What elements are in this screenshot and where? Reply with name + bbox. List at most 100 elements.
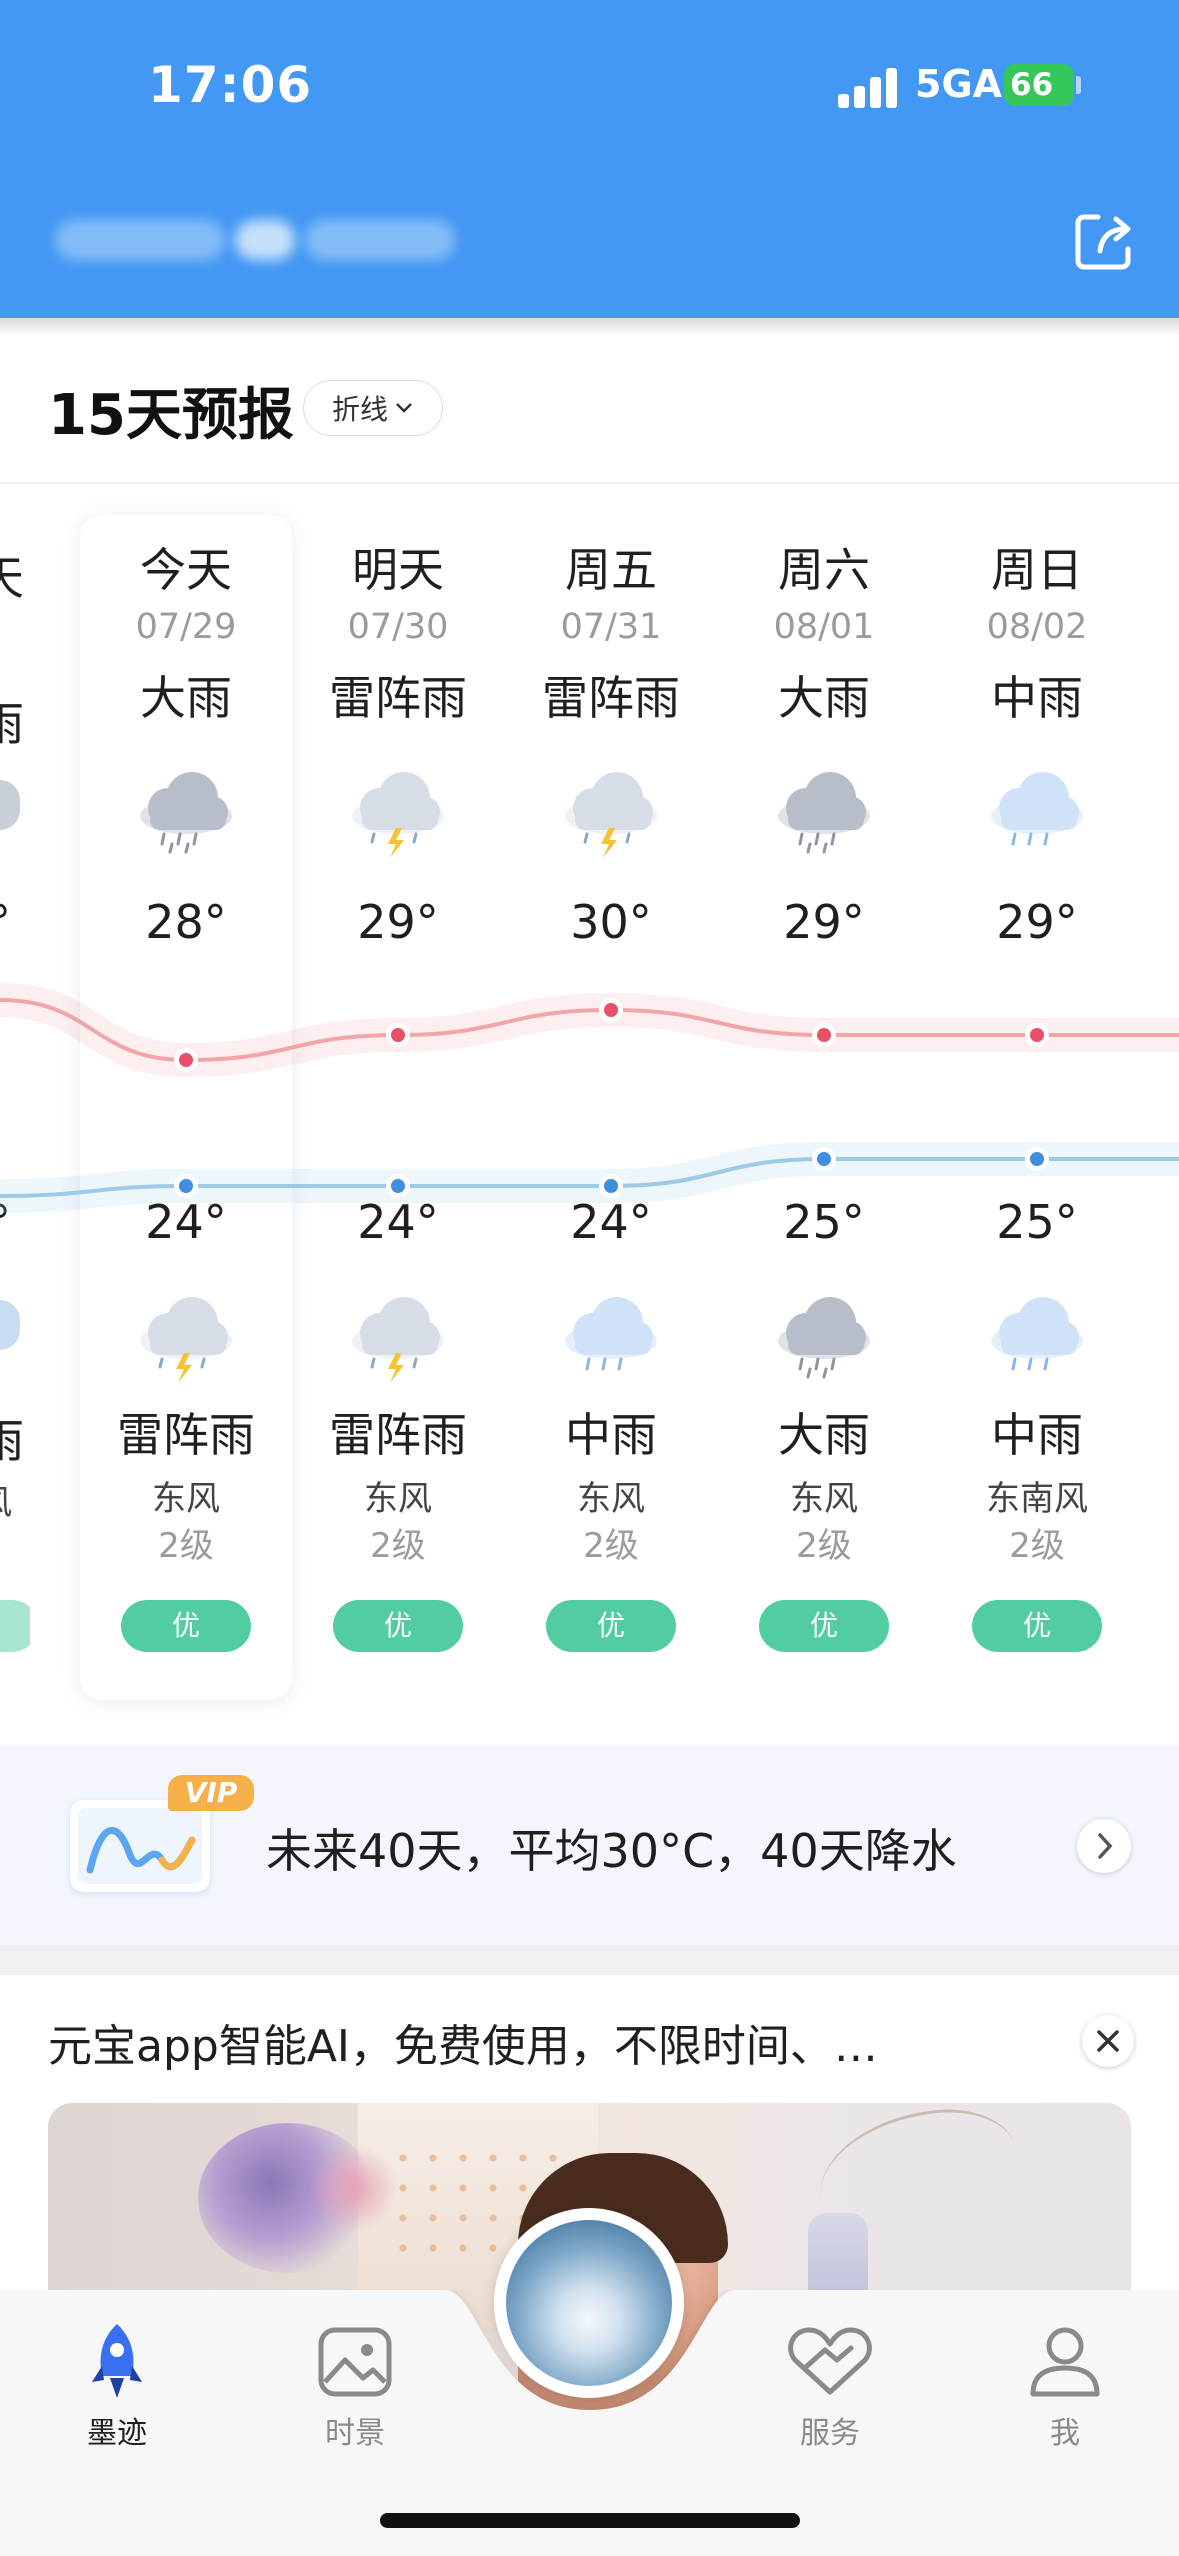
day-date: 07/29 <box>135 607 237 647</box>
wind-direction: 东风 <box>577 1479 645 1519</box>
night-weather: 中雨 <box>565 1408 657 1462</box>
battery-icon: 66 <box>1004 64 1074 106</box>
forecast-title: 15天预报 <box>48 383 294 448</box>
moderate-rain-icon <box>931 760 1143 860</box>
day-weather: 大雨 <box>140 671 232 725</box>
high-temp: 29° <box>996 895 1078 949</box>
battery-tip <box>1076 76 1081 94</box>
heavy-rain-icon <box>80 760 292 860</box>
ad-title[interactable]: 元宝app智能AI，免费使用，不限时间、… <box>48 2010 878 2074</box>
tab-shijing[interactable]: 时景 <box>285 2320 425 2452</box>
low-temp: 25° <box>996 1195 1078 1249</box>
heavy-rain-icon <box>718 760 930 860</box>
high-temp-point <box>817 1028 831 1042</box>
tab-service[interactable]: 服务 <box>760 2320 900 2452</box>
high-temp: 29° <box>357 895 439 949</box>
wind-level: 2级 <box>583 1526 639 1566</box>
day-date: 07/30 <box>347 607 449 647</box>
location-blurred[interactable] <box>55 210 455 270</box>
low-temp: 25° <box>783 1195 865 1249</box>
night-weather: 大雨 <box>778 1408 870 1462</box>
chart-mode-label: 折线 <box>331 393 388 426</box>
day-weather: 雷阵雨 <box>542 671 680 725</box>
low-temp-point <box>391 1179 405 1193</box>
high-temp: 30° <box>570 895 652 949</box>
weather-scene-button[interactable] <box>494 2208 684 2398</box>
wind-level: 2级 <box>370 1526 426 1566</box>
close-icon[interactable] <box>1082 2015 1134 2067</box>
night-info: 雷阵雨东风 2级 <box>292 1405 504 1569</box>
night-weather: 雷阵雨 <box>329 1408 467 1462</box>
night-info: 中雨东南风 2级 <box>931 1405 1143 1569</box>
chart-mode-dropdown[interactable]: 折线 <box>303 380 443 436</box>
day-name: 周六 <box>778 543 870 597</box>
day-column-header[interactable]: 周六 08/01 大雨 <box>718 540 930 728</box>
tab-label: 墨迹 <box>87 2416 147 2451</box>
aqi-badge: 优 <box>759 1600 889 1652</box>
section-divider <box>0 482 1179 484</box>
previous-day-column-partial: 天 8 雨 ° ° 雨 风 2 <box>0 0 30 1700</box>
thunder-rain-icon <box>292 1285 504 1385</box>
high-temp: 29° <box>783 895 865 949</box>
photo-icon <box>318 2327 392 2397</box>
day-column-header[interactable]: 周五 07/31 雷阵雨 <box>505 540 717 728</box>
low-temp-point <box>604 1179 618 1193</box>
night-info: 大雨 东风 2级 <box>718 1405 930 1569</box>
high-temp: 28° <box>145 895 227 949</box>
low-temp-point <box>817 1152 831 1166</box>
thunder-rain-icon <box>80 1285 292 1385</box>
tab-label: 服务 <box>800 2416 860 2451</box>
low-temp: 24° <box>570 1195 652 1249</box>
user-icon <box>1030 2327 1100 2397</box>
day-column-header[interactable]: 明天 07/30 雷阵雨 <box>292 540 504 728</box>
day-date: 07/31 <box>560 607 662 647</box>
wind-level: 2级 <box>1009 1526 1065 1566</box>
day-name: 今天 <box>140 543 232 597</box>
heavy-rain-icon <box>718 1285 930 1385</box>
network-type: 5GA <box>915 62 1003 106</box>
rocket-icon <box>92 2324 142 2398</box>
service-heart-icon <box>788 2327 872 2395</box>
high-temp-point <box>1030 1028 1044 1042</box>
cloud-scene-icon <box>506 2220 672 2386</box>
day-name: 周五 <box>565 543 657 597</box>
night-info: 中雨东风 2级 <box>505 1405 717 1569</box>
day-column-header[interactable]: 周日 08/02 中雨 <box>931 540 1143 728</box>
day-weather: 大雨 <box>778 671 870 725</box>
tab-moji[interactable]: 墨迹 <box>47 2320 187 2452</box>
wind-level: 2级 <box>158 1526 214 1566</box>
moderate-rain-icon <box>931 1285 1143 1385</box>
high-temp-point <box>604 1003 618 1017</box>
day-date: 08/02 <box>986 607 1088 647</box>
share-icon[interactable] <box>1068 205 1140 277</box>
moderate-rain-icon <box>505 1285 717 1385</box>
home-indicator <box>380 2513 800 2528</box>
low-temp: 24° <box>357 1195 439 1249</box>
vip-badge: VIP <box>168 1775 254 1811</box>
wind-direction: 东风 <box>364 1479 432 1519</box>
tab-label: 我 <box>1050 2416 1080 2451</box>
day-weather: 中雨 <box>991 671 1083 725</box>
day-date: 08/01 <box>773 607 875 647</box>
night-weather: 雷阵雨 <box>117 1408 255 1462</box>
aqi-badge: 优 <box>121 1600 251 1652</box>
chevron-right-icon[interactable] <box>1077 1819 1131 1873</box>
high-temp-point <box>179 1053 193 1067</box>
section-gap <box>0 1945 1179 1975</box>
aqi-badge: 优 <box>333 1600 463 1652</box>
chevron-down-icon <box>396 403 412 413</box>
status-time: 17:06 <box>148 56 313 114</box>
tab-me[interactable]: 我 <box>995 2320 1135 2452</box>
signal-icon <box>838 66 898 108</box>
wind-direction: 东南风 <box>986 1479 1088 1519</box>
day-column-header[interactable]: 今天 07/29 大雨 <box>80 540 292 728</box>
aqi-badge: 优 <box>972 1600 1102 1652</box>
battery-level: 66 <box>1010 67 1054 103</box>
long-forecast-banner[interactable]: VIP 未来40天，平均30°C，40天降水 <box>0 1745 1179 1945</box>
header-bar: 17:06 5GA 66 <box>0 0 1179 318</box>
high-temp-point <box>391 1028 405 1042</box>
aqi-badge: 优 <box>546 1600 676 1652</box>
night-weather: 中雨 <box>991 1408 1083 1462</box>
day-name: 周日 <box>991 543 1083 597</box>
header-shadow <box>0 318 1179 336</box>
